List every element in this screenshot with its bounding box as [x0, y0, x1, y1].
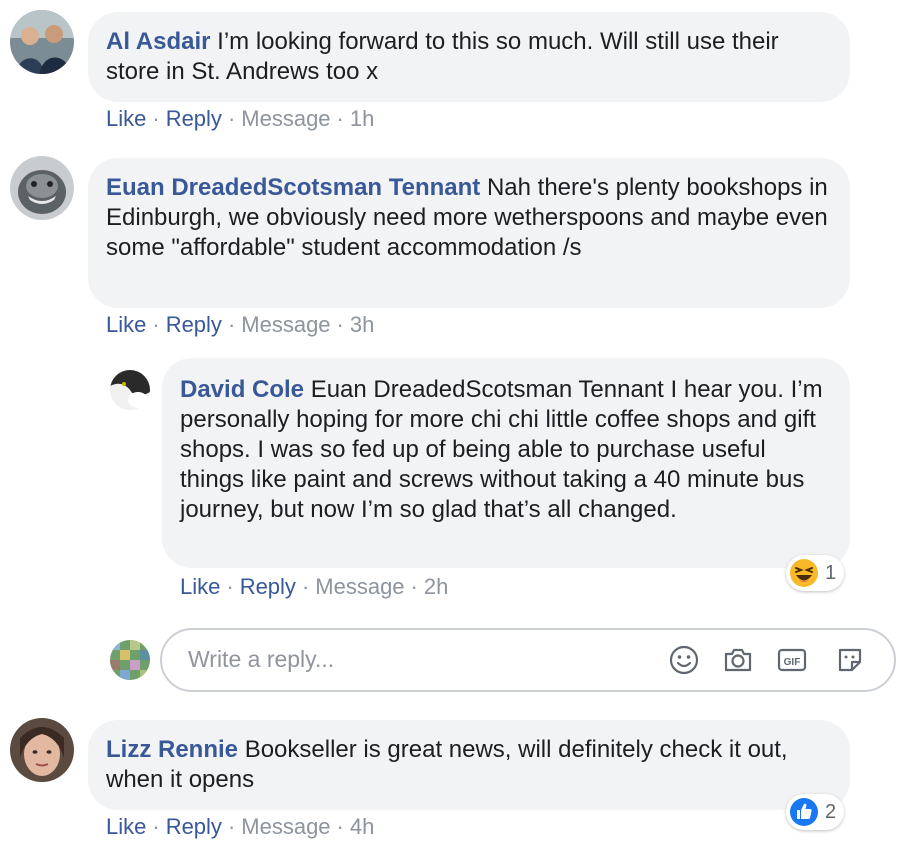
timestamp[interactable]: 3h	[350, 312, 374, 337]
reaction-count: 2	[825, 800, 837, 823]
avatar-euan-tennant[interactable]	[10, 156, 74, 220]
separator: ·	[152, 312, 160, 337]
comment-bubble-euan-tennant: Euan DreadedScotsman Tennant Nah there's…	[88, 158, 850, 308]
camera-icon[interactable]	[722, 644, 754, 676]
comment-actions: Like · Reply · Message · 3h	[106, 312, 374, 338]
separator: ·	[226, 574, 234, 599]
comment-bubble-al-asdair: Al Asdair I’m looking forward to this so…	[88, 12, 850, 102]
comment-author[interactable]: Al Asdair	[106, 28, 210, 55]
avatar-david-cole[interactable]	[110, 370, 150, 410]
separator: ·	[336, 106, 344, 131]
comment-bubble-david-cole: David Cole Euan DreadedScotsman Tennant …	[162, 358, 850, 568]
separator: ·	[227, 106, 236, 131]
like-link[interactable]: Like	[180, 574, 220, 599]
comment-actions: Like · Reply · Message · 2h	[180, 574, 448, 600]
comment-actions: Like · Reply · Message · 4h	[106, 814, 374, 840]
current-user-avatar	[110, 640, 150, 680]
separator: ·	[301, 574, 310, 599]
message-link[interactable]: Message	[241, 106, 330, 131]
like-link[interactable]: Like	[106, 106, 146, 131]
like-link[interactable]: Like	[106, 312, 146, 337]
comment-actions: Like · Reply · Message · 1h	[106, 106, 374, 132]
avatar-lizz-rennie[interactable]	[10, 718, 74, 782]
avatar-al-asdair[interactable]	[10, 10, 74, 74]
comment-author[interactable]: Euan DreadedScotsman Tennant	[106, 174, 480, 201]
gif-icon[interactable]: GIF	[776, 644, 808, 676]
comment-author[interactable]: Lizz Rennie	[106, 736, 238, 763]
write-reply-input[interactable]: Write a reply... GIF	[160, 628, 896, 692]
comment-bubble-lizz-rennie: Lizz Rennie Bookseller is great news, wi…	[88, 720, 850, 810]
reply-link[interactable]: Reply	[166, 106, 222, 131]
separator: ·	[336, 312, 344, 337]
separator: ·	[410, 574, 418, 599]
like-thumb-icon	[790, 798, 818, 826]
separator: ·	[152, 814, 160, 839]
separator: ·	[152, 106, 160, 131]
timestamp[interactable]: 1h	[350, 106, 374, 131]
separator: ·	[227, 814, 236, 839]
reaction-badge[interactable]: 2	[786, 794, 845, 830]
reply-link[interactable]: Reply	[240, 574, 296, 599]
separator: ·	[227, 312, 236, 337]
timestamp[interactable]: 2h	[424, 574, 448, 599]
reply-link[interactable]: Reply	[166, 312, 222, 337]
svg-text:GIF: GIF	[784, 657, 801, 668]
timestamp[interactable]: 4h	[350, 814, 374, 839]
comment-author[interactable]: David Cole	[180, 376, 304, 403]
message-link[interactable]: Message	[241, 814, 330, 839]
reaction-badge[interactable]: 1	[786, 555, 845, 591]
like-link[interactable]: Like	[106, 814, 146, 839]
haha-emoji-icon	[790, 559, 818, 587]
emoji-icon[interactable]	[668, 644, 700, 676]
sticker-icon[interactable]	[834, 644, 866, 676]
message-link[interactable]: Message	[315, 574, 404, 599]
reply-placeholder: Write a reply...	[188, 646, 335, 672]
separator: ·	[336, 814, 344, 839]
message-link[interactable]: Message	[241, 312, 330, 337]
reaction-count: 1	[825, 561, 837, 584]
reply-link[interactable]: Reply	[166, 814, 222, 839]
